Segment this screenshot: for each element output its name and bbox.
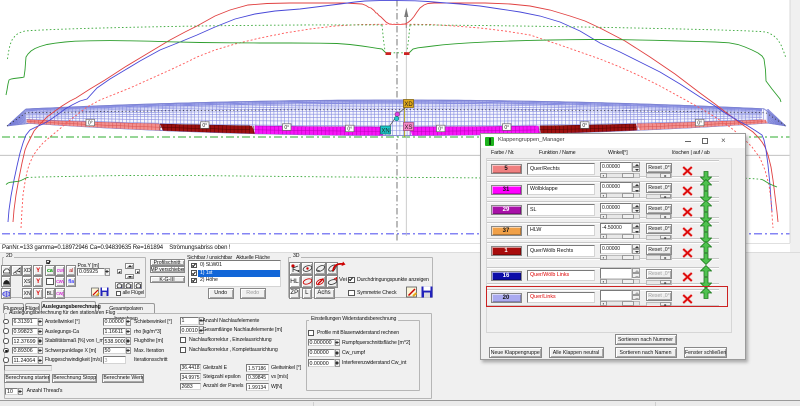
- svg-text:XN: XN: [381, 129, 389, 135]
- svg-text:0°: 0°: [284, 125, 289, 131]
- svg-text:0°: 0°: [582, 123, 587, 129]
- svg-text:0°: 0°: [697, 120, 702, 126]
- svg-text:0°: 0°: [438, 126, 443, 132]
- svg-text:XS: XS: [404, 125, 412, 131]
- svg-text:0°: 0°: [504, 125, 509, 131]
- svg-text:0°: 0°: [202, 123, 207, 129]
- svg-text:0°: 0°: [88, 120, 93, 126]
- svg-text:0°: 0°: [347, 126, 352, 132]
- svg-text:XD: XD: [404, 102, 413, 108]
